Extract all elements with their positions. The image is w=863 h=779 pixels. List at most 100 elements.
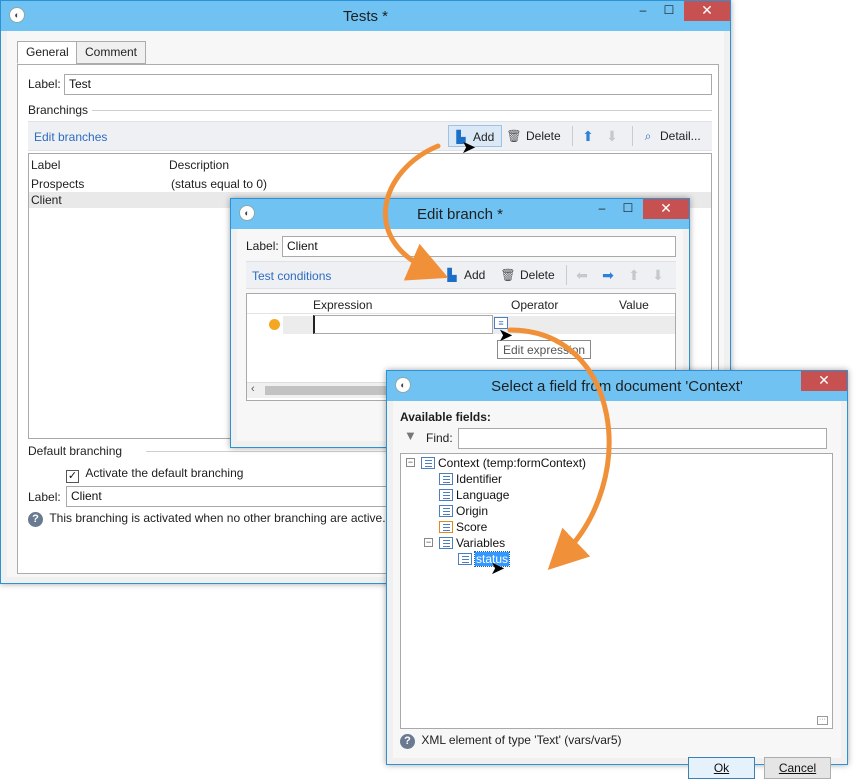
resize-grip-icon[interactable]: ··· [817,716,828,725]
test-conditions-link[interactable]: Test conditions [252,269,331,283]
default-help-row: ? This branching is activated when no ot… [28,511,386,527]
field-help-text: XML element of type 'Text' (vars/var5) [421,733,622,747]
select-field-title: Select a field from document 'Context' [491,378,743,395]
help-icon: ? [400,734,415,749]
help-icon: ? [28,512,43,527]
tree-item-label: Identifier [456,472,503,486]
arrow-down-icon: ⬇ [652,267,664,283]
tree-item-origin[interactable]: Origin [439,503,488,519]
activate-default-row[interactable]: ✓ Activate the default branching [66,466,243,483]
move-right-button[interactable]: ➡ [600,264,620,286]
label-caption: Label: [28,77,61,91]
close-button[interactable]: ✕ [684,1,730,21]
expression-input[interactable] [313,315,493,334]
col-operator-header: Operator [511,298,559,312]
toolbar-separator [632,126,633,146]
scroll-left-icon[interactable]: ‹ [251,383,255,395]
tree-item-language[interactable]: Language [439,487,509,503]
close-button[interactable]: ✕ [643,199,689,219]
branch-label-input[interactable]: Client [282,236,676,257]
collapse-toggle-context[interactable]: − [406,458,415,467]
tree-item-label: Language [456,488,510,502]
conditions-toolbar: Test conditions ▙ Add 🗑 Delete ⬅ ➡ ⬆ ⬇ [246,261,676,289]
col-label-header: Label [31,158,61,172]
select-field-titlebar[interactable]: ◐ Select a field from document 'Context'… [387,371,847,401]
move-left-button[interactable]: ⬅ [574,264,594,286]
branchings-divider [92,110,712,111]
fields-tree: − Context (temp:formContext) Identifier … [400,453,833,729]
attribute-icon [439,473,453,485]
tests-title: Tests * [342,8,388,25]
trash-icon: 🗑 [506,129,522,143]
find-input[interactable] [458,428,827,449]
default-branching-caption: Default branching [28,444,123,458]
element-icon [439,537,453,549]
detail-label: Detail... [660,129,701,143]
close-button[interactable]: ✕ [801,371,847,391]
tree-item-score[interactable]: Score [439,519,487,535]
default-label-caption: Label: [28,490,61,504]
delete-branch-button[interactable]: 🗑 Delete [506,125,560,147]
delete-label: Delete [520,268,555,282]
attribute-icon [458,553,472,565]
col-description-header: Description [169,158,230,172]
move-down-button[interactable]: ⬇ [650,264,670,286]
arrow-up-icon: ⬆ [628,267,640,283]
tree-item-label: Context (temp:formContext) [438,456,587,470]
mouse-cursor-icon: ➤ [498,325,514,345]
move-down-button[interactable]: ⬇ [604,125,624,147]
search-icon: ⌕ [644,129,652,143]
table-row[interactable]: Prospects (status equal to 0) [29,176,711,192]
row-label: Prospects [31,177,85,191]
ok-button[interactable]: Ok [688,757,755,779]
tooltip-text: Edit expression [503,343,586,357]
conditions-header-band [247,294,675,314]
select-field-window: ◐ Select a field from document 'Context'… [386,370,848,779]
status-dot-icon [269,319,280,330]
activate-default-label: Activate the default branching [85,466,244,480]
row-label: Client [31,193,62,207]
maximize-button[interactable]: ☐ [615,199,641,219]
branches-toolbar: Edit branches ▙ Add 🗑 Delete ⬆ ⬇ ⌕ Detail..… [28,121,712,151]
cancel-button[interactable]: Cancel [764,757,831,779]
tree-item-label: Origin [456,504,489,518]
attribute-icon [439,489,453,501]
move-up-button[interactable]: ⬆ [580,125,600,147]
delete-condition-button[interactable]: 🗑 Delete [500,264,555,286]
toolbar-separator [572,126,573,146]
maximize-button[interactable]: ☐ [656,1,682,21]
mouse-cursor-icon: ➤ [490,558,506,578]
trash-icon: 🗑 [500,268,516,282]
branchings-caption: Branchings [28,103,89,117]
minimize-button[interactable]: – [589,199,615,219]
attribute-icon [439,505,453,517]
arrow-right-icon: ➡ [602,267,614,283]
arrow-down-icon: ⬇ [606,128,618,144]
activate-default-checkbox[interactable]: ✓ [66,470,79,483]
tab-general[interactable]: General [17,41,78,64]
edit-branch-titlebar[interactable]: ◐ Edit branch * – ☐ ✕ [231,199,689,229]
detail-button[interactable]: ⌕ Detail... [640,125,701,147]
move-up-button[interactable]: ⬆ [626,264,646,286]
col-value-header: Value [619,298,649,312]
tests-titlebar[interactable]: ◐ Tests * – ☐ ✕ [1,1,730,31]
find-caption: Find: [426,431,453,445]
label-input[interactable]: Test [64,74,712,95]
arrow-left-icon: ⬅ [576,267,588,283]
add-condition-button[interactable]: ▙ Add [444,264,485,286]
collapse-toggle-variables[interactable]: − [424,538,433,547]
tree-item-label: Score [456,520,488,534]
tree-item-context[interactable]: Context (temp:formContext) [421,455,586,471]
add-icon: ▙ [447,268,457,282]
tree-item-variables[interactable]: Variables [439,535,505,551]
tree-item-label: Variables [456,536,506,550]
tree-item-identifier[interactable]: Identifier [439,471,502,487]
numeric-attribute-icon [439,521,453,533]
edit-branches-link[interactable]: Edit branches [34,130,107,144]
toolbar-separator [566,265,567,285]
tab-comment[interactable]: Comment [76,41,147,64]
mouse-cursor-icon: ➤ [461,137,477,157]
branch-label-caption: Label: [246,239,279,253]
minimize-button[interactable]: – [630,1,656,21]
field-help-row: ? XML element of type 'Text' (vars/var5) [400,733,622,749]
